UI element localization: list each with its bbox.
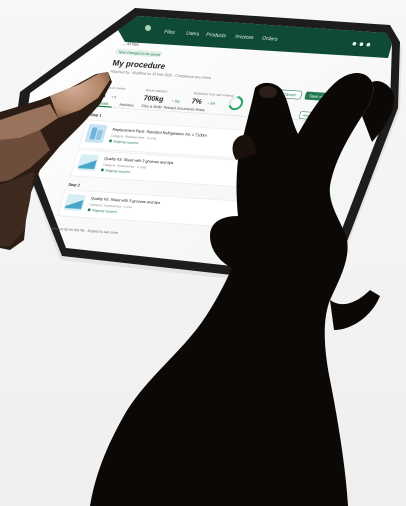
tab-notes[interactable]: Notes <box>195 108 206 113</box>
stat-value: 700kg <box>143 94 165 103</box>
photo-scene: Files Users Products Invoices Orders ← A… <box>0 0 406 506</box>
stat-delta: + 1kg <box>171 99 181 103</box>
nav-item-users[interactable]: Users <box>185 31 200 38</box>
section-heading: Step 2 <box>68 182 81 188</box>
nav-item-orders[interactable]: Orders <box>261 36 278 43</box>
stat-delta: − 0% <box>207 101 216 105</box>
scene-svg: Files Users Products Invoices Orders ← A… <box>0 0 406 506</box>
nav-item-invoices[interactable]: Invoices <box>234 34 254 41</box>
fingertip-highlight <box>259 86 277 98</box>
nav-item-files[interactable]: Files <box>163 29 176 36</box>
app-logo <box>145 25 151 31</box>
